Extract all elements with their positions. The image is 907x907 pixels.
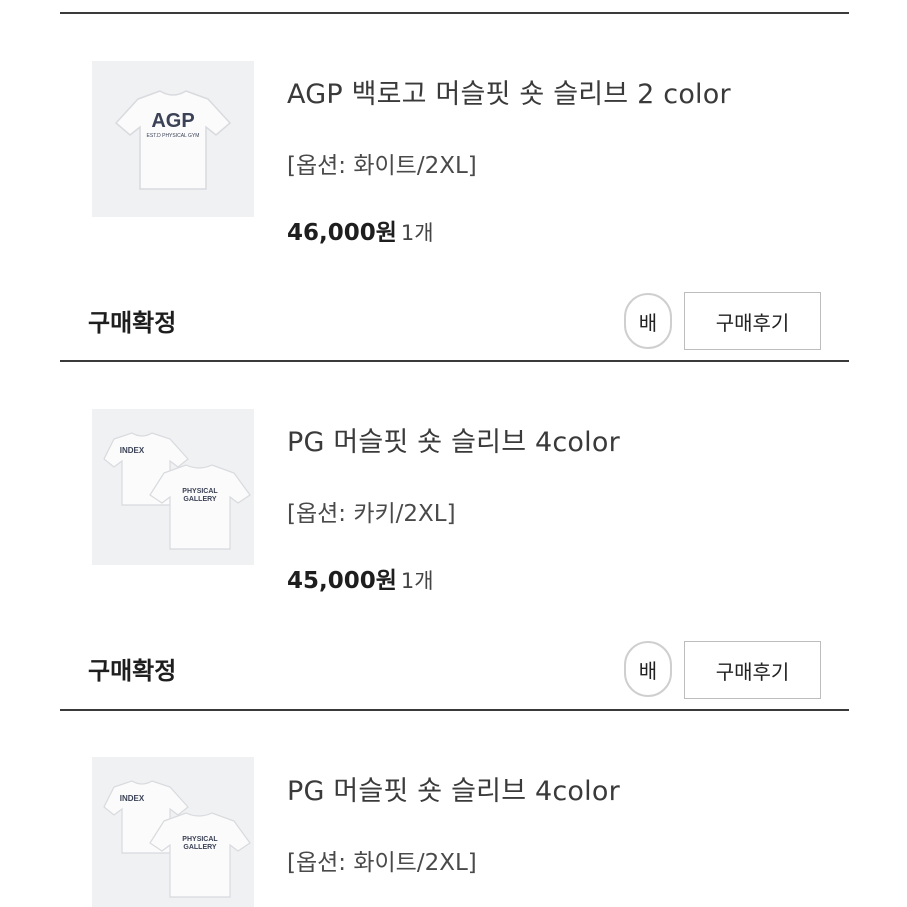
product-thumbnail[interactable]: AGP EST.D PHYSICAL GYM <box>92 61 254 217</box>
product-thumbnail[interactable]: INDEX PHYSICAL GALLERY <box>92 409 254 565</box>
write-review-button[interactable]: 구매후기 <box>684 641 821 699</box>
divider <box>60 360 849 362</box>
order-status: 구매확정 <box>88 657 177 685</box>
product-price: 45,000원 <box>287 568 397 594</box>
delivery-button[interactable]: 배 <box>624 641 672 697</box>
tshirt-image: INDEX PHYSICAL GALLERY <box>103 780 251 898</box>
divider <box>60 12 849 14</box>
tshirt-image: AGP EST.D PHYSICAL GYM <box>114 90 232 190</box>
tshirt-image: INDEX PHYSICAL GALLERY <box>103 432 251 550</box>
product-thumbnail[interactable]: INDEX PHYSICAL GALLERY <box>92 757 254 907</box>
tshirt-back-text: GALLERY <box>183 844 217 851</box>
product-option: [옵션: 카키/2XL] <box>287 501 456 527</box>
product-option: [옵션: 화이트/2XL] <box>287 850 477 876</box>
price-line: 45,000원 1개 <box>287 561 434 595</box>
product-price: 46,000원 <box>287 220 397 246</box>
tshirt-back-text: PHYSICAL <box>182 836 218 843</box>
write-review-button[interactable]: 구매후기 <box>684 292 821 350</box>
product-title[interactable]: PG 머슬핏 숏 슬리브 4color <box>287 420 620 459</box>
tshirt-logo-text: AGP <box>151 110 194 132</box>
tshirt-front-text: INDEX <box>120 446 145 455</box>
product-quantity: 1개 <box>400 569 434 593</box>
product-title[interactable]: PG 머슬핏 숏 슬리브 4color <box>287 769 620 808</box>
tshirt-back-text: GALLERY <box>183 496 217 503</box>
tshirt-sub-text: EST.D PHYSICAL GYM <box>147 133 200 139</box>
product-option: [옵션: 화이트/2XL] <box>287 153 477 179</box>
order-status: 구매확정 <box>88 309 177 337</box>
price-line: 46,000원 1개 <box>287 213 434 247</box>
tshirt-front-text: INDEX <box>120 794 145 803</box>
product-quantity: 1개 <box>400 221 434 245</box>
divider <box>60 709 849 711</box>
delivery-button[interactable]: 배 <box>624 293 672 349</box>
product-title[interactable]: AGP 백로고 머슬핏 숏 슬리브 2 color <box>287 72 731 111</box>
tshirt-back-text: PHYSICAL <box>182 488 218 495</box>
